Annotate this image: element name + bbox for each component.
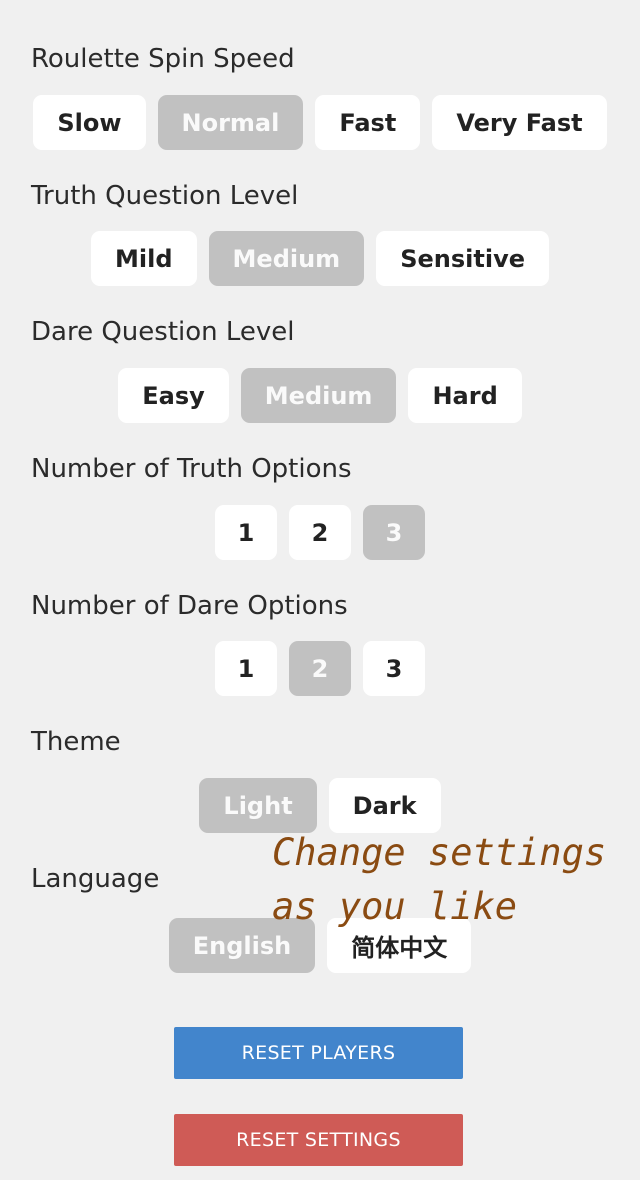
language-title: Language xyxy=(31,864,160,894)
truth-count-3-button[interactable]: 3 xyxy=(363,505,425,560)
annotation-line-1: Change settings xyxy=(272,831,607,874)
truth-count-1-button[interactable]: 1 xyxy=(215,505,277,560)
annotation-line-2: as you like xyxy=(272,885,518,928)
truth-level-title: Truth Question Level xyxy=(31,181,299,211)
spin-speed-options: Slow Normal Fast Very Fast xyxy=(0,95,640,151)
dare-count-title: Number of Dare Options xyxy=(31,591,348,621)
spin-speed-slow-button[interactable]: Slow xyxy=(33,95,146,150)
dare-level-easy-button[interactable]: Easy xyxy=(118,368,229,423)
dare-count-1-button[interactable]: 1 xyxy=(215,641,277,696)
truth-count-title: Number of Truth Options xyxy=(31,454,352,484)
dare-count-2-button[interactable]: 2 xyxy=(289,641,351,696)
annotation-note: Change settings as you like xyxy=(272,826,632,934)
truth-count-options: 1 2 3 xyxy=(0,505,640,561)
spin-speed-fast-button[interactable]: Fast xyxy=(315,95,421,150)
truth-level-sensitive-button[interactable]: Sensitive xyxy=(376,231,549,286)
dare-count-options: 1 2 3 xyxy=(0,641,640,697)
spin-speed-normal-button[interactable]: Normal xyxy=(157,95,304,150)
spin-speed-very-fast-button[interactable]: Very Fast xyxy=(432,95,607,150)
truth-level-mild-button[interactable]: Mild xyxy=(91,231,197,286)
reset-players-button[interactable]: RESET PLAYERS xyxy=(174,1027,463,1079)
reset-settings-button[interactable]: RESET SETTINGS xyxy=(174,1114,463,1166)
truth-level-options: Mild Medium Sensitive xyxy=(0,231,640,287)
theme-title: Theme xyxy=(31,727,121,757)
theme-dark-button[interactable]: Dark xyxy=(328,778,441,833)
dare-level-title: Dare Question Level xyxy=(31,317,295,347)
dare-count-3-button[interactable]: 3 xyxy=(363,641,425,696)
dare-level-hard-button[interactable]: Hard xyxy=(408,368,522,423)
spin-speed-title: Roulette Spin Speed xyxy=(31,44,295,74)
settings-page: Roulette Spin Speed Slow Normal Fast Ver… xyxy=(0,0,640,1180)
dare-level-medium-button[interactable]: Medium xyxy=(240,368,397,423)
dare-level-options: Easy Medium Hard xyxy=(0,368,640,424)
truth-count-2-button[interactable]: 2 xyxy=(289,505,351,560)
truth-level-medium-button[interactable]: Medium xyxy=(208,231,365,286)
theme-light-button[interactable]: Light xyxy=(199,778,317,833)
